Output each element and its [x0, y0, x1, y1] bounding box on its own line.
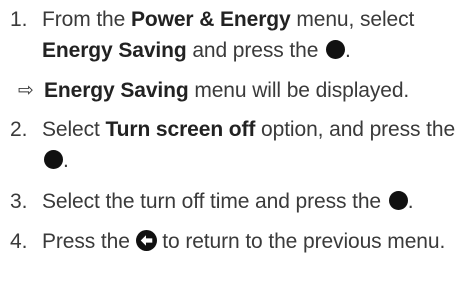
ok-button-icon	[326, 40, 346, 59]
menu-name: Energy Saving	[44, 79, 189, 102]
step-4: 4. Press the to return to the previous m…	[10, 226, 469, 257]
step-text-part: From the	[42, 8, 131, 31]
step-text-part: .	[345, 39, 351, 62]
step-number: 2.	[10, 118, 28, 141]
step-text-part: Select the turn off time and press the	[42, 190, 387, 213]
step-text-part: menu, select	[290, 8, 415, 31]
step-1-result: ⇨ Energy Saving menu will be displayed.	[18, 75, 469, 106]
step-number: 1.	[10, 8, 28, 31]
step-text: From the Power & Energy menu, select Ene…	[42, 4, 469, 66]
ok-button-icon	[388, 191, 408, 210]
result-text: Energy Saving menu will be displayed.	[44, 75, 469, 106]
step-text-part: .	[407, 190, 414, 213]
step-text-part: option, and press the	[255, 118, 456, 141]
result-arrow-icon: ⇨	[18, 80, 34, 101]
step-text: Press the to return to the previous menu…	[42, 226, 469, 257]
step-number: 4.	[10, 230, 28, 253]
step-text-part: Select	[42, 118, 106, 141]
step-2: 2. Select Turn screen off option, and pr…	[10, 114, 469, 176]
step-text: Select the turn off time and press the .	[42, 186, 469, 217]
option-name: Turn screen off	[105, 118, 256, 141]
step-text-part: and press the	[186, 39, 325, 62]
step-1: 1. From the Power & Energy menu, select …	[10, 4, 469, 66]
menu-name: Power & Energy	[130, 8, 291, 31]
menu-name: Energy Saving	[42, 39, 187, 62]
step-text: Select Turn screen off option, and press…	[42, 114, 469, 176]
step-text-part: to return to the previous menu.	[156, 230, 446, 253]
step-text-part: Press the	[42, 230, 136, 253]
back-arrow-icon	[135, 230, 157, 251]
step-text-part: .	[63, 149, 69, 172]
ok-button-icon	[44, 150, 63, 169]
result-text-part: menu will be displayed.	[188, 79, 410, 102]
step-3: 3. Select the turn off time and press th…	[10, 186, 469, 217]
step-number: 3.	[10, 190, 28, 213]
